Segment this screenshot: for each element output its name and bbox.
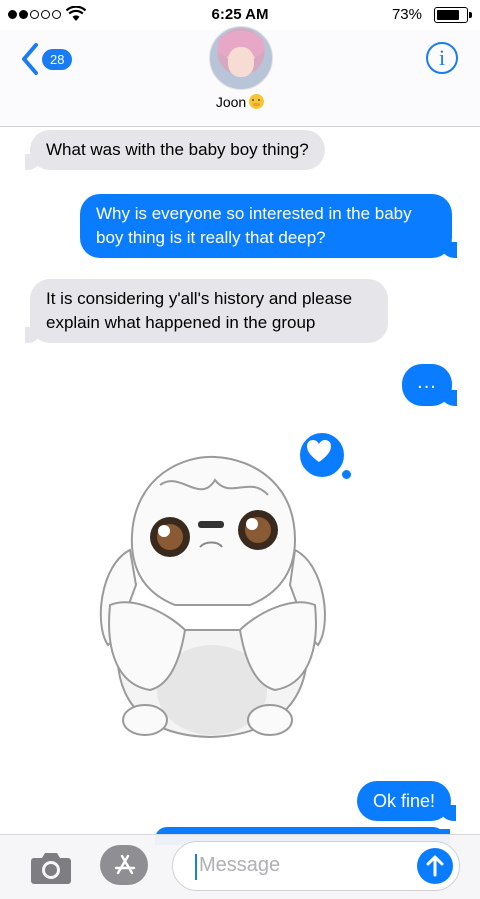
message-bubble-incoming[interactable]: It is considering y'all's history and pl… bbox=[25, 279, 388, 343]
contact-name-row[interactable]: Joon bbox=[0, 94, 480, 110]
unread-count-badge: 28 bbox=[42, 48, 73, 70]
message-bubble-outgoing[interactable]: Ok fine! bbox=[357, 781, 457, 821]
compose-bar: Message bbox=[0, 834, 480, 899]
heart-reaction-badge[interactable] bbox=[297, 430, 347, 480]
info-button[interactable]: i bbox=[426, 42, 458, 74]
reaction-tail bbox=[342, 470, 351, 479]
back-button[interactable]: 28 bbox=[20, 42, 73, 76]
shushing-emoji-icon bbox=[249, 94, 265, 109]
app-store-button[interactable] bbox=[100, 845, 148, 885]
text-cursor bbox=[195, 854, 197, 880]
heart-icon bbox=[307, 440, 331, 462]
chevron-left-icon bbox=[22, 43, 38, 75]
message-bubble-incoming[interactable]: What was with the baby boy thing? bbox=[25, 130, 325, 170]
message-bubble-outgoing[interactable]: Why is everyone so interested in the bab… bbox=[80, 194, 457, 258]
typing-bubble-outgoing[interactable]: ... bbox=[402, 364, 457, 406]
message-placeholder: Message bbox=[199, 854, 281, 876]
message-input[interactable]: Message bbox=[172, 841, 460, 891]
white-puppy-sticker[interactable] bbox=[90, 455, 335, 745]
battery-icon bbox=[434, 7, 472, 23]
conversation-header: 28 Joon i bbox=[0, 26, 480, 127]
contact-avatar[interactable] bbox=[209, 26, 273, 90]
camera-icon[interactable] bbox=[30, 849, 72, 885]
contact-name: Joon bbox=[215, 94, 247, 110]
battery-percent: 73% bbox=[391, 6, 422, 23]
send-button[interactable] bbox=[417, 848, 453, 884]
app-store-icon bbox=[114, 854, 136, 875]
send-arrow-up-icon bbox=[426, 855, 444, 877]
